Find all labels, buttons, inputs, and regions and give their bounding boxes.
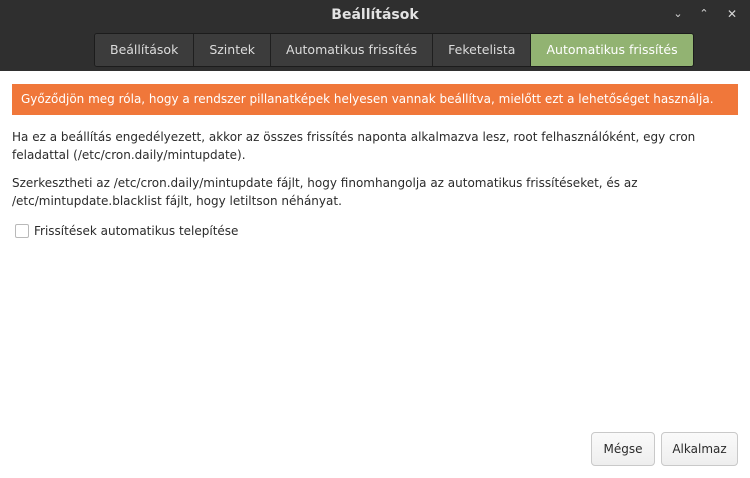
minimize-icon[interactable]: ⌄ [669, 5, 687, 23]
window-title: Beállítások [331, 7, 419, 23]
tab-bar: Beállítások Szintek Automatikus frissíté… [94, 33, 694, 67]
tab-settings[interactable]: Beállítások [95, 34, 195, 66]
close-icon[interactable]: ✕ [723, 5, 741, 23]
auto-install-checkbox[interactable] [15, 224, 29, 238]
description-paragraph-2: Szerkesztheti az /etc/cron.daily/mintupd… [12, 176, 638, 208]
header-bar: Beállítások ⌄ ⌃ ✕ Beállítások Szintek Au… [0, 0, 750, 71]
tab-auto-update[interactable]: Automatikus frissítés [531, 34, 693, 66]
tab-auto-refresh[interactable]: Automatikus frissítés [271, 34, 434, 66]
tab-levels[interactable]: Szintek [194, 34, 272, 66]
tab-blacklist[interactable]: Feketelista [433, 34, 532, 66]
description-paragraph-1: Ha ez a beállítás engedélyezett, akkor a… [12, 130, 696, 162]
cancel-button[interactable]: Mégse [591, 432, 655, 466]
warning-banner: Győződjön meg róla, hogy a rendszer pill… [12, 84, 738, 115]
auto-install-checkbox-row[interactable]: Frissítések automatikus telepítése [15, 222, 238, 240]
auto-install-label: Frissítések automatikus telepítése [34, 224, 239, 238]
maximize-icon[interactable]: ⌃ [695, 5, 713, 23]
settings-window: Beállítások ⌄ ⌃ ✕ Beállítások Szintek Au… [0, 0, 750, 478]
apply-button[interactable]: Alkalmaz [661, 432, 738, 466]
